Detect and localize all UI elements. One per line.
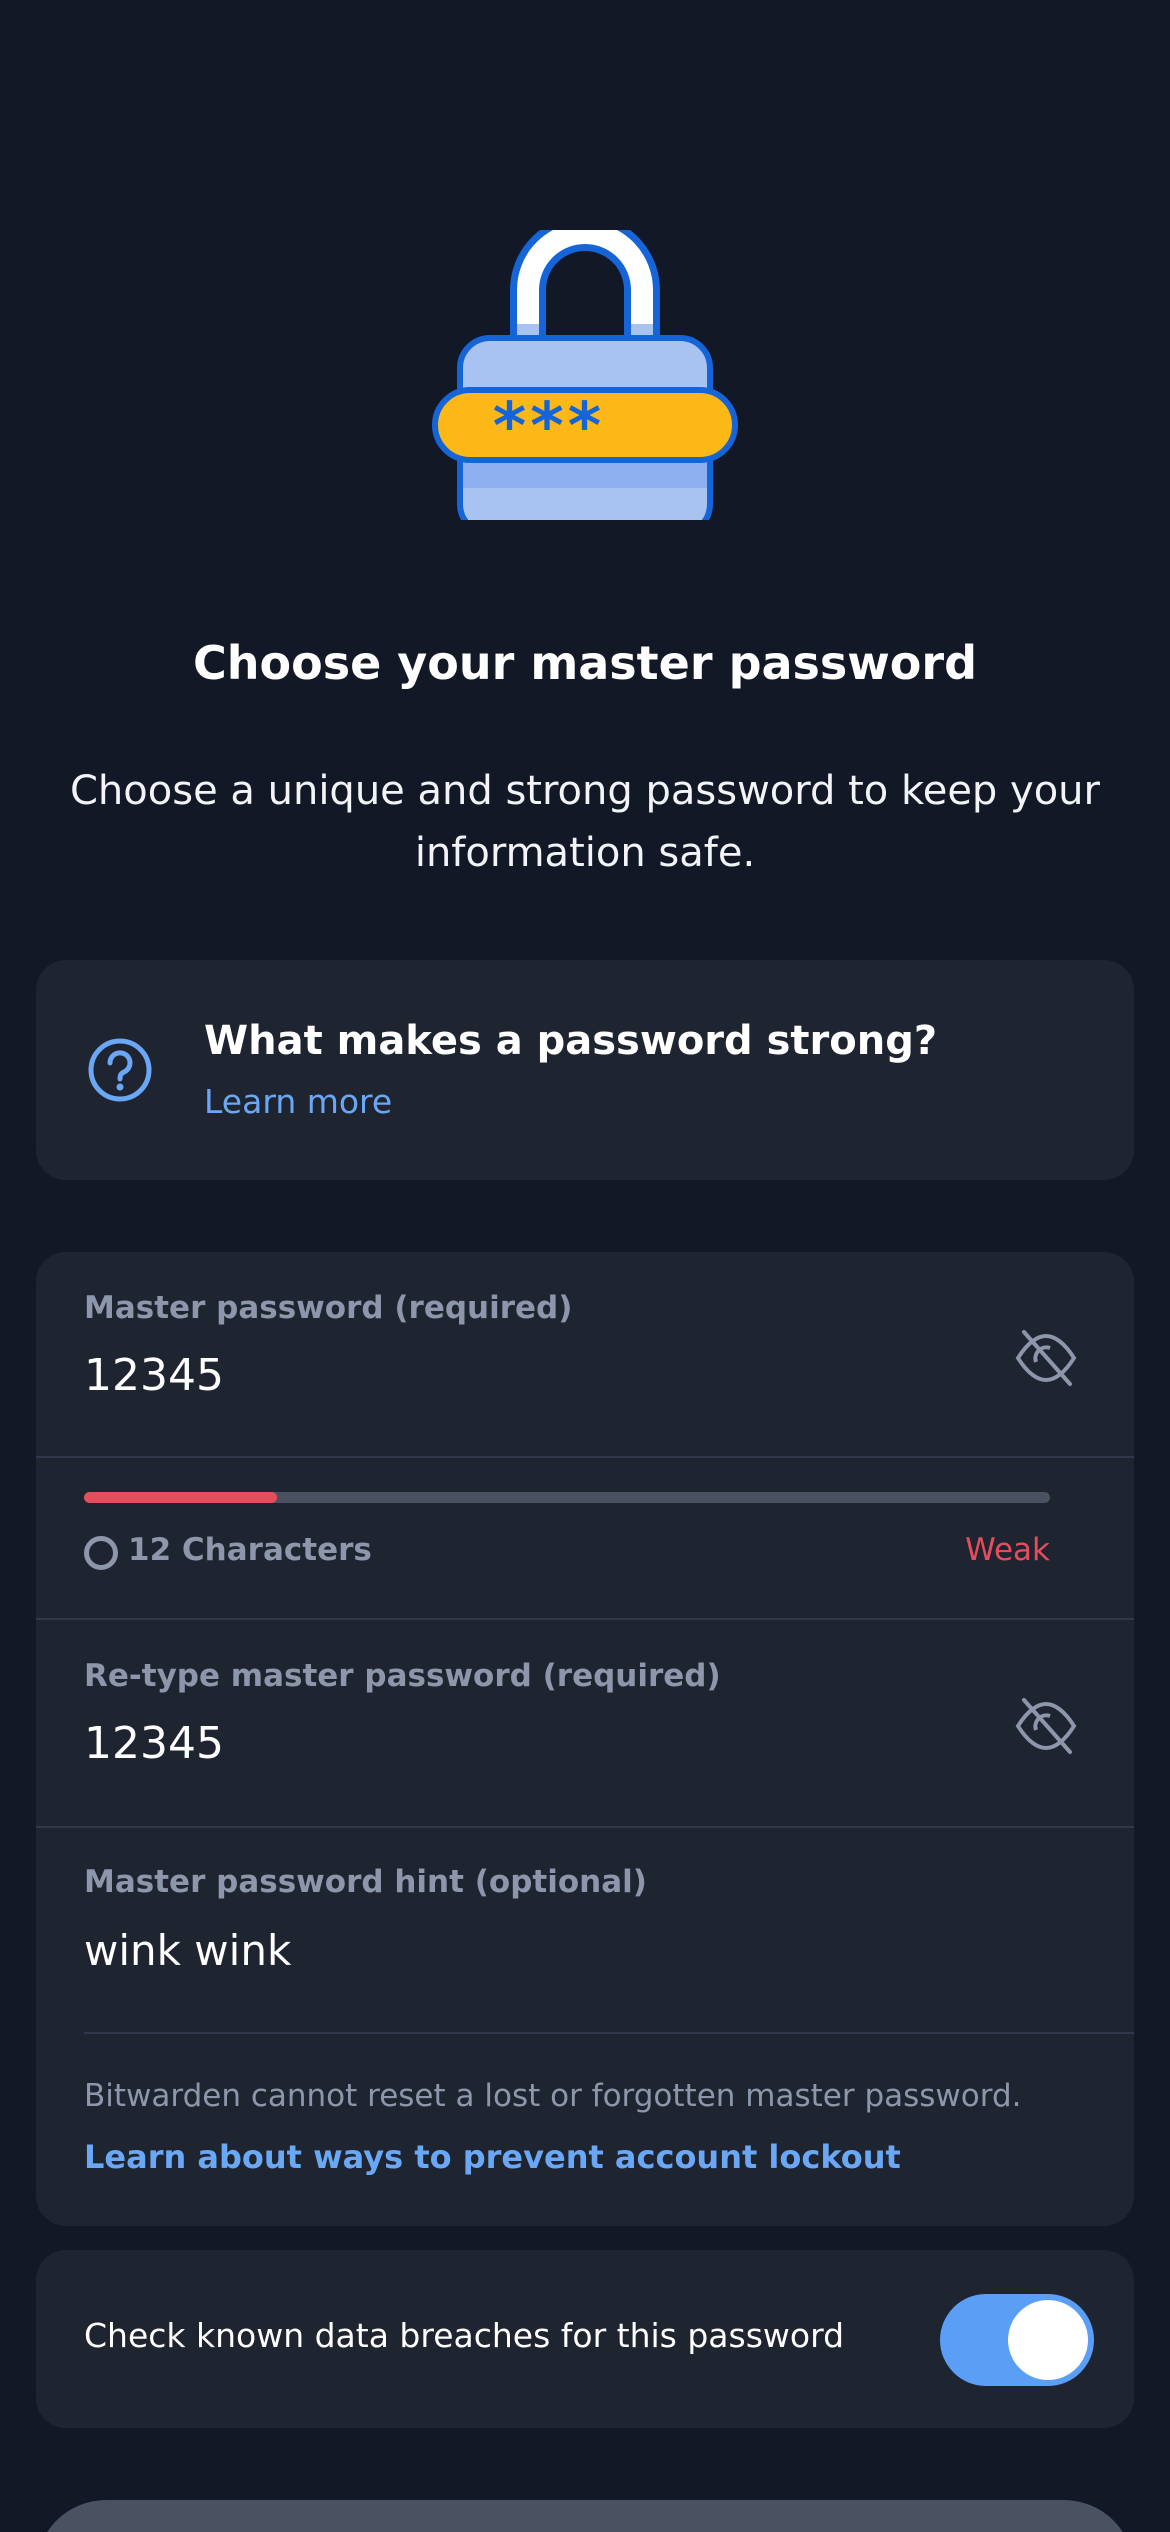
lock-illustration: ***__: [0, 200, 1170, 540]
retype-password-input[interactable]: 12345: [84, 1718, 224, 1769]
lock-password-text: ***__: [493, 390, 677, 464]
toggle-knob: [1008, 2300, 1088, 2380]
password-tip-card: What makes a password strong? Learn more: [36, 960, 1134, 1180]
breach-check-toggle[interactable]: [940, 2294, 1094, 2386]
master-password-input[interactable]: 12345: [84, 1350, 224, 1401]
create-master-password-screen: ***__ Choose your master password Choose…: [0, 0, 1170, 2532]
retype-password-label: Re-type master password (required): [84, 1658, 721, 1694]
password-strength-fill: [84, 1492, 278, 1503]
divider: [36, 1456, 1134, 1458]
password-strength-bar: [84, 1492, 1050, 1503]
lock-password-icon: ***__: [432, 230, 738, 520]
strength-rating: Weak: [965, 1532, 1050, 1568]
eye-slash-icon[interactable]: [1014, 1328, 1078, 1388]
breach-check-card: Check known data breaches for this passw…: [36, 2250, 1134, 2428]
page-subtitle: Choose a unique and strong password to k…: [70, 768, 1100, 876]
divider: [36, 1618, 1134, 1620]
learn-more-link[interactable]: Learn more: [204, 1082, 392, 1121]
divider: [84, 2032, 1134, 2034]
hint-input[interactable]: wink wink: [84, 1926, 291, 1975]
reset-warning-text: Bitwarden cannot reset a lost or forgott…: [84, 2078, 1022, 2114]
hint-label: Master password hint (optional): [84, 1864, 647, 1900]
continue-button[interactable]: [36, 2500, 1134, 2532]
eye-slash-icon[interactable]: [1014, 1696, 1078, 1756]
master-password-label: Master password (required): [84, 1290, 573, 1326]
password-form-card: Master password (required) 12345 12 Char…: [36, 1252, 1134, 2226]
tip-title: What makes a password strong?: [204, 1018, 938, 1064]
help-circle-icon: [88, 1038, 152, 1102]
breach-check-label: Check known data breaches for this passw…: [84, 2316, 845, 2355]
requirement-status-icon: [84, 1536, 118, 1570]
page-title: Choose your master password: [192, 636, 978, 690]
divider: [36, 1826, 1134, 1828]
prevent-lockout-link[interactable]: Learn about ways to prevent account lock…: [84, 2138, 901, 2176]
requirement-label: 12 Characters: [128, 1532, 372, 1568]
